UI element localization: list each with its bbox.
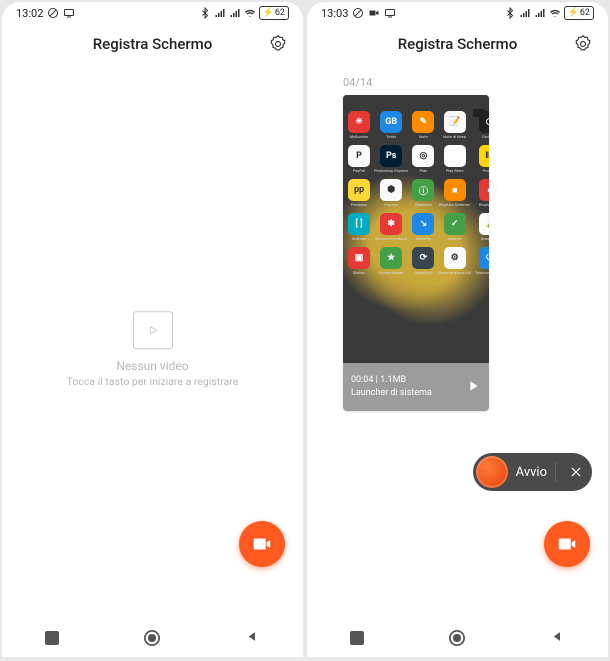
- play-button[interactable]: [465, 378, 481, 397]
- app-icon: PPayPal: [348, 145, 370, 173]
- camera-icon: [556, 533, 578, 555]
- app-icon: ■Registra Schermo: [438, 179, 470, 207]
- recording-thumbnail[interactable]: 13:02 ▮▮◧ ☀MySunriseGBTetris✎Note📝Note d…: [343, 95, 489, 411]
- app-icon: ◎Plan: [412, 145, 434, 173]
- status-bar: 13:02 ⚡62: [2, 2, 303, 24]
- wifi-icon: [244, 7, 256, 19]
- app-icon: ↘Sharette: [412, 213, 434, 241]
- dnd-icon: [352, 7, 364, 19]
- content-area: Nessun video Tocca il tasto per iniziare…: [2, 64, 303, 619]
- signal-icon: [519, 7, 531, 19]
- signal-icon: [214, 7, 226, 19]
- menu-icon: [473, 109, 485, 117]
- thumbnail-preview: 13:02 ▮▮◧ ☀MySunriseGBTetris✎Note📝Note d…: [343, 95, 489, 363]
- app-icon: 🍃Snapseed: [475, 213, 489, 241]
- camera-icon: [251, 533, 273, 555]
- title-bar: Registra Schermo: [2, 24, 303, 64]
- record-control-pill: Avvio: [473, 453, 592, 491]
- page-title: Registra Schermo: [398, 35, 518, 53]
- battery-indicator: ⚡62: [564, 6, 594, 20]
- app-icon: 📝Note di Keep: [438, 111, 470, 139]
- app-icon: ⚙Sistema micro/OS: [438, 247, 470, 275]
- nav-home[interactable]: [449, 630, 465, 646]
- empty-state: Nessun video Tocca il tasto per iniziare…: [33, 311, 273, 388]
- status-time: 13:03: [321, 7, 348, 20]
- divider: [555, 462, 556, 482]
- phone-right: 13:03 ⚡62 Registra Schermo 04/14 1: [307, 2, 608, 657]
- record-fab[interactable]: [239, 521, 285, 567]
- app-icon: PsPhotoshop Express: [374, 145, 408, 173]
- battery-indicator: ⚡62: [259, 6, 289, 20]
- app-icon: ⬢Promos: [374, 179, 408, 207]
- nav-recents[interactable]: [45, 631, 59, 645]
- empty-subtitle: Tocca il tasto per iniziare a registrare: [33, 375, 273, 388]
- app-icon: ●Registratore: [475, 179, 489, 207]
- app-icon: ▶Play Store: [438, 145, 470, 173]
- signal-icon-2: [229, 7, 241, 19]
- content-area: 04/14 13:02 ▮▮◧ ☀MySunriseGBTetris✎Note📝…: [307, 64, 608, 619]
- app-icon: IDPosteID: [475, 145, 489, 173]
- app-icon: ✱Servizi e feedback: [374, 213, 408, 241]
- bluetooth-icon: [504, 7, 516, 19]
- nav-home[interactable]: [144, 630, 160, 646]
- signal-icon-2: [534, 7, 546, 19]
- app-icon: ▣Station: [348, 247, 370, 275]
- nav-recents[interactable]: [350, 631, 364, 645]
- close-pill-button[interactable]: [568, 464, 584, 480]
- record-label: Avvio: [516, 465, 547, 480]
- close-icon: [569, 465, 583, 479]
- app-icon: [ ]Scanner: [348, 213, 370, 241]
- app-icon: ⟳TargoSync: [412, 247, 434, 275]
- cast-icon: [63, 7, 75, 19]
- cast-icon: [384, 7, 396, 19]
- page-title: Registra Schermo: [93, 35, 213, 53]
- date-header: 04/14: [307, 64, 608, 95]
- app-icon: ✎Note: [412, 111, 434, 139]
- settings-button[interactable]: [572, 33, 594, 55]
- video-caption: Launcher di sistema: [351, 387, 432, 400]
- bluetooth-icon: [199, 7, 211, 19]
- empty-title: Nessun video: [33, 359, 273, 373]
- gear-icon: [268, 34, 288, 54]
- title-bar: Registra Schermo: [307, 24, 608, 64]
- thumbnail-info-bar: 00:04 | 1.1MB Launcher di sistema: [343, 363, 489, 411]
- app-icon: ⏻Telecomando Mi: [475, 247, 489, 275]
- nav-bar: [307, 619, 608, 657]
- gear-icon: [573, 34, 593, 54]
- video-size: 1.1MB: [380, 375, 406, 385]
- record-start-button[interactable]: [476, 456, 508, 488]
- dnd-icon: [47, 7, 59, 19]
- status-bar: 13:03 ⚡62: [307, 2, 608, 24]
- app-icon: GBTetris: [374, 111, 408, 139]
- phone-left: 13:02 ⚡62 Registra Schermo Nessun video …: [2, 2, 303, 657]
- play-icon: [465, 378, 481, 394]
- empty-play-icon: [133, 311, 173, 349]
- status-time: 13:02: [16, 7, 43, 20]
- app-icon: ✓Scanner: [438, 213, 470, 241]
- video-duration: 00:04: [351, 375, 373, 385]
- app-icon: ⓘRadioche: [412, 179, 434, 207]
- nav-bar: [2, 619, 303, 657]
- app-icon: ☀MySunrise: [348, 111, 370, 139]
- settings-button[interactable]: [267, 33, 289, 55]
- nav-back[interactable]: [245, 629, 260, 648]
- app-icon: ppPostepay: [348, 179, 370, 207]
- video-icon: [368, 7, 380, 19]
- nav-back[interactable]: [550, 629, 565, 648]
- wifi-icon: [549, 7, 561, 19]
- app-icon: ★Sticker Maker: [374, 247, 408, 275]
- record-fab[interactable]: [544, 521, 590, 567]
